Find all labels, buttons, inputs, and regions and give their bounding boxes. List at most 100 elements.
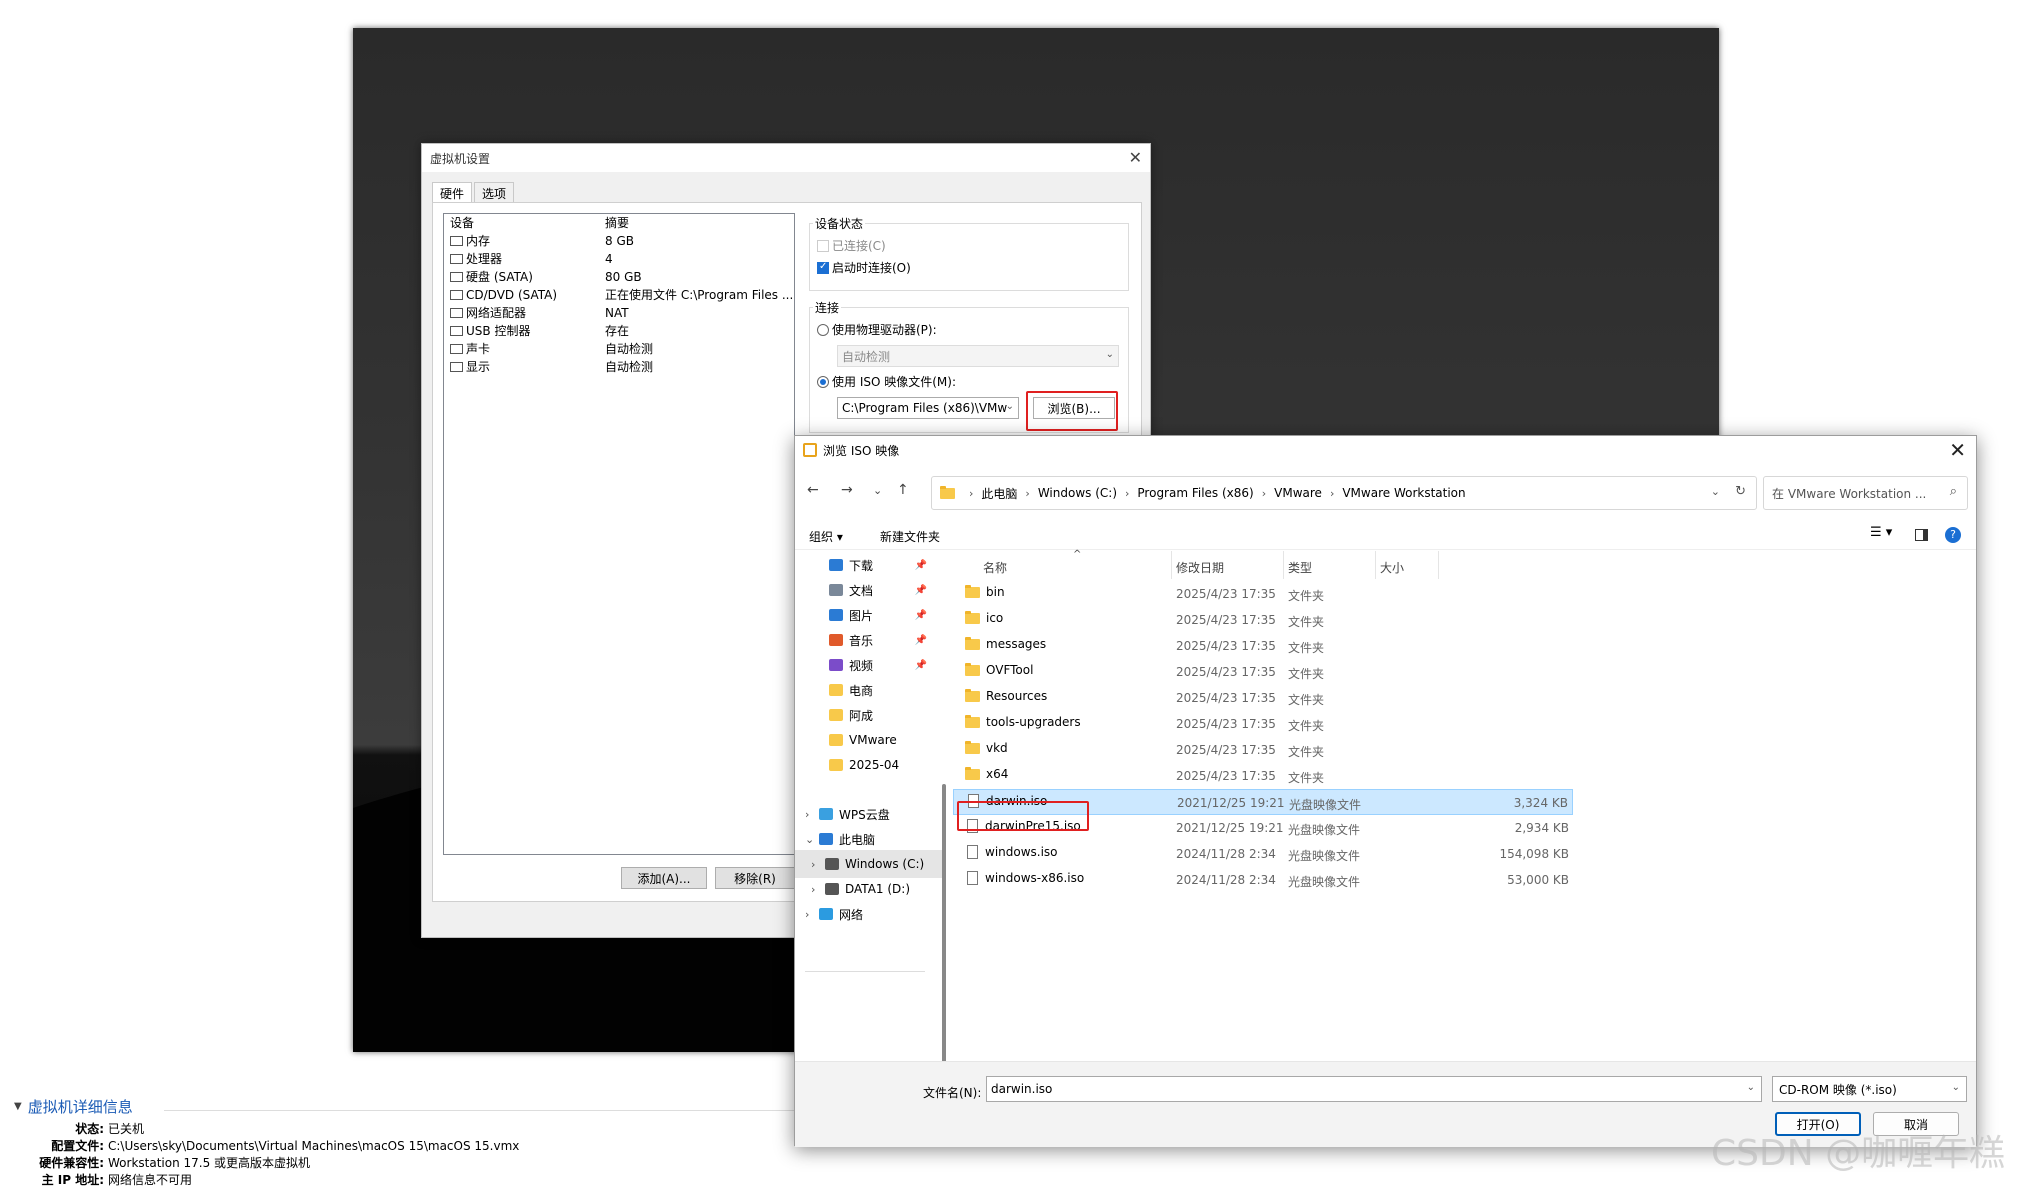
nav-item[interactable]: 文档 📌 [795, 576, 945, 604]
help-icon[interactable]: ? [1945, 527, 1961, 543]
physical-drive-select[interactable]: 自动检测 ⌄ [837, 345, 1119, 367]
device-icon [450, 272, 463, 282]
file-size: 2,934 KB [1514, 821, 1569, 835]
column-date[interactable]: 修改日期 [1176, 559, 1224, 576]
device-row[interactable]: 内存 8 GB [444, 232, 794, 250]
file-type: 光盘映像文件 [1289, 798, 1362, 812]
nav-item-icon [829, 659, 843, 671]
file-row[interactable]: tools-upgraders 2025/4/23 17:35 文件夹 [953, 711, 1573, 737]
breadcrumb-vmware-workstation[interactable]: VMware Workstation [1342, 486, 1465, 500]
vm-details-toggle[interactable]: ▼ 虚拟机详细信息 [14, 1096, 814, 1117]
nav-item-label: WPS云盘 [839, 807, 890, 822]
back-arrow-icon[interactable]: ← [807, 482, 819, 498]
nav-item-label: 此电脑 [839, 832, 876, 847]
device-row[interactable]: USB 控制器 存在 [444, 322, 794, 340]
file-row[interactable]: windows-x86.iso 2024/11/28 2:34 光盘映像文件 5… [953, 867, 1573, 893]
file-row[interactable]: windows.iso 2024/11/28 2:34 光盘映像文件 154,0… [953, 841, 1573, 867]
file-date: 2025/4/23 17:35 [1176, 587, 1276, 601]
preview-pane-icon[interactable] [1915, 529, 1928, 541]
breadcrumb-this-pc[interactable]: 此电脑 [981, 485, 1017, 502]
nav-item[interactable]: 图片 📌 [795, 601, 945, 629]
device-row[interactable]: 声卡 自动检测 [444, 340, 794, 358]
iso-path-select[interactable]: C:\Program Files (x86)\VMw ⌄ [837, 397, 1019, 419]
column-size[interactable]: 大小 [1380, 559, 1404, 576]
column-type[interactable]: 类型 [1288, 559, 1312, 576]
file-row[interactable]: bin 2025/4/23 17:35 文件夹 [953, 581, 1573, 607]
nav-item[interactable]: › 网络 [795, 900, 945, 928]
nav-item[interactable]: 2025-04 [795, 751, 945, 779]
forward-arrow-icon[interactable]: → [841, 482, 853, 498]
nav-item[interactable]: 视频 📌 [795, 651, 945, 679]
device-row[interactable]: 显示 自动检测 [444, 358, 794, 376]
add-device-button[interactable]: 添加(A)... [621, 867, 707, 889]
up-arrow-icon[interactable]: ↑ [897, 482, 909, 498]
chevron-down-icon[interactable]: ⌄ [1747, 1082, 1755, 1093]
nav-item[interactable]: 阿成 [795, 701, 945, 729]
breadcrumb-vmware[interactable]: VMware [1274, 486, 1322, 500]
vm-settings-title: 虚拟机设置 [430, 151, 491, 166]
file-row[interactable]: OVFTool 2025/4/23 17:35 文件夹 [953, 659, 1573, 685]
address-bar[interactable]: › 此电脑 › Windows (C:) › Program Files (x8… [931, 476, 1757, 510]
file-row[interactable]: x64 2025/4/23 17:35 文件夹 [953, 763, 1573, 789]
filetype-select[interactable]: CD-ROM 映像 (*.iso) ⌄ [1772, 1076, 1967, 1102]
refresh-icon[interactable]: ↻ [1735, 484, 1746, 499]
nav-item-icon [819, 908, 833, 920]
search-box[interactable]: 在 VMware Workstation ... ⌕ [1763, 476, 1968, 510]
nav-item[interactable]: 下载 📌 [795, 551, 945, 579]
file-row[interactable]: vkd 2025/4/23 17:35 文件夹 [953, 737, 1573, 763]
column-name[interactable]: 名称 [983, 559, 1007, 576]
file-date: 2025/4/23 17:35 [1176, 769, 1276, 783]
column-separator[interactable] [1375, 551, 1376, 579]
remove-device-button[interactable]: 移除(R) [715, 867, 795, 889]
new-folder-button[interactable]: 新建文件夹 [880, 528, 940, 545]
tab-hardware[interactable]: 硬件 [432, 182, 473, 202]
tab-options[interactable]: 选项 [474, 182, 515, 202]
nav-item[interactable]: ⌄ 此电脑 [795, 825, 945, 853]
file-date: 2025/4/23 17:35 [1176, 691, 1276, 705]
nav-item[interactable]: › WPS云盘 [795, 800, 945, 828]
connect-on-power-checkbox[interactable]: 启动时连接(O) [817, 259, 911, 276]
expand-chevron-icon[interactable]: › [811, 883, 825, 896]
file-row[interactable]: Resources 2025/4/23 17:35 文件夹 [953, 685, 1573, 711]
breadcrumb-windows-c[interactable]: Windows (C:) [1038, 486, 1117, 500]
device-row[interactable]: 网络适配器 NAT [444, 304, 794, 322]
breadcrumb-separator-icon: › [969, 486, 974, 500]
organize-menu[interactable]: 组织 ▾ [809, 528, 843, 545]
filename-label: 文件名(N): [923, 1086, 982, 1100]
expand-chevron-icon[interactable]: ⌄ [805, 833, 819, 846]
nav-item[interactable]: › DATA1 (D:) [795, 875, 945, 903]
nav-item[interactable]: › Windows (C:) [795, 850, 945, 878]
nav-item-label: Windows (C:) [845, 857, 925, 871]
view-options-icon[interactable]: ☰ ▾ [1870, 525, 1892, 540]
iso-file-radio[interactable]: 使用 ISO 映像文件(M): [817, 373, 956, 390]
details-divider [164, 1110, 804, 1111]
filename-input[interactable]: darwin.iso ⌄ [986, 1076, 1762, 1102]
column-separator[interactable] [1438, 551, 1439, 579]
file-row[interactable]: messages 2025/4/23 17:35 文件夹 [953, 633, 1573, 659]
connected-checkbox[interactable]: 已连接(C) [817, 237, 886, 254]
physical-drive-radio[interactable]: 使用物理驱动器(P): [817, 321, 937, 338]
chevron-down-icon: ⌄ [1951, 1082, 1960, 1093]
filename-value: darwin.iso [991, 1082, 1053, 1096]
breadcrumb-separator-icon: › [1261, 486, 1267, 500]
device-row[interactable]: 处理器 4 [444, 250, 794, 268]
file-row[interactable]: ico 2025/4/23 17:35 文件夹 [953, 607, 1573, 633]
device-row[interactable]: CD/DVD (SATA) 正在使用文件 C:\Program Files ..… [444, 286, 794, 304]
chevron-down-icon[interactable]: ⌄ [1711, 485, 1720, 498]
close-icon[interactable]: ✕ [1949, 438, 1966, 462]
device-row[interactable]: 硬盘 (SATA) 80 GB [444, 268, 794, 286]
nav-item[interactable]: 电商 [795, 676, 945, 704]
nav-item[interactable]: 音乐 📌 [795, 626, 945, 654]
column-separator[interactable] [1283, 551, 1284, 579]
device-name: 内存 [466, 234, 491, 248]
iso-dialog-titlebar: 浏览 ISO 映像 [795, 436, 1976, 464]
breadcrumb-program-files[interactable]: Program Files (x86) [1137, 486, 1253, 500]
column-separator[interactable] [1171, 551, 1172, 579]
expand-chevron-icon[interactable]: › [805, 908, 819, 921]
recent-chevron-icon[interactable]: ⌄ [873, 484, 882, 497]
expand-chevron-icon[interactable]: › [811, 858, 825, 871]
file-size: 154,098 KB [1499, 847, 1569, 861]
expand-chevron-icon[interactable]: › [805, 808, 819, 821]
nav-item[interactable]: VMware [795, 726, 945, 754]
close-icon[interactable]: ✕ [1129, 148, 1142, 167]
